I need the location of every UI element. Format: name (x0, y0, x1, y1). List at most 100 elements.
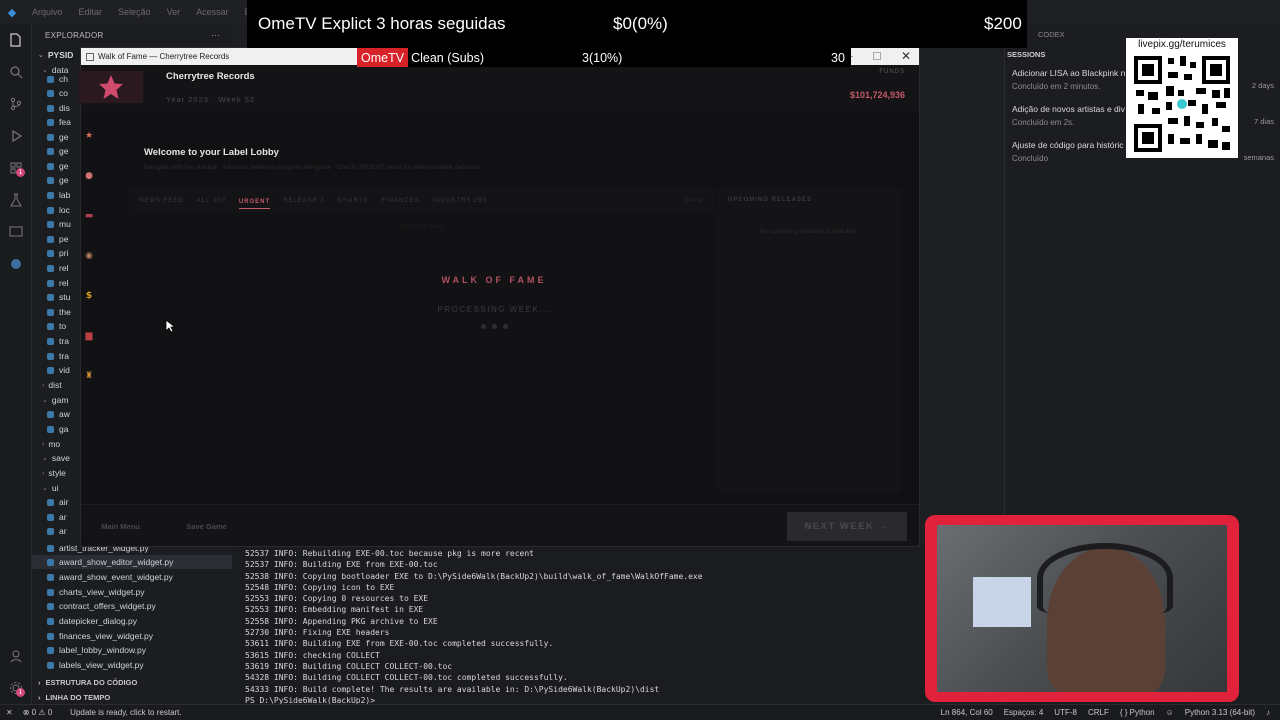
explorer-icon[interactable] (0, 24, 32, 56)
language-mode[interactable]: { } Python (1120, 708, 1155, 717)
tree-file[interactable]: ge (47, 144, 68, 158)
extensions-icon[interactable]: 1 (0, 152, 32, 184)
album-icon[interactable]: ▬ (81, 208, 97, 224)
tree-file[interactable]: award_show_event_widget.py (47, 570, 173, 584)
tree-file[interactable]: charts_view_widget.py (47, 585, 145, 599)
tree-file[interactable]: the (47, 305, 71, 319)
tree-file[interactable]: ar (47, 510, 67, 524)
tab-charts[interactable]: CHARTS (338, 198, 369, 204)
tree-file[interactable]: to (47, 319, 66, 333)
tree-file[interactable]: pri (47, 246, 68, 260)
settings-gear-icon[interactable]: 1 (0, 672, 32, 704)
tree-file[interactable]: datepicker_dialog.py (47, 614, 137, 628)
run-debug-icon[interactable] (0, 120, 32, 152)
update-notice[interactable]: Update is ready, click to restart. (70, 708, 181, 717)
outline-section[interactable]: › ESTRUTURA DO CÓDIGO (32, 675, 232, 689)
tree-file[interactable]: tra (47, 334, 69, 348)
main-menu-button[interactable]: Main Menu (81, 515, 160, 537)
tree-file[interactable]: tra (47, 349, 69, 363)
menu-item[interactable]: Acessar (188, 7, 237, 17)
timeline-section[interactable]: › LINHA DO TEMPO (32, 690, 232, 704)
tree-file[interactable]: lab (47, 188, 70, 202)
tree-folder[interactable]: ⌄ gam (42, 393, 68, 407)
tab-urgent[interactable]: URGENT (238, 199, 271, 209)
menu-item[interactable]: Seleção (110, 7, 159, 17)
tree-file[interactable]: ge (47, 130, 68, 144)
remote-explorer-icon[interactable] (0, 216, 32, 248)
tree-file[interactable]: pe (47, 232, 68, 246)
next-week-button[interactable]: NEXT WEEK → (787, 512, 907, 541)
tab-industry[interactable]: INDUSTRY 293 (433, 198, 487, 204)
tree-file[interactable]: ch (47, 72, 68, 86)
cursor-position[interactable]: Ln 864, Col 60 (941, 708, 993, 717)
line-ending[interactable]: CRLF (1088, 708, 1109, 717)
tree-file[interactable]: co (47, 86, 68, 100)
tree-file[interactable]: ge (47, 173, 68, 187)
menu-item[interactable]: Arquivo (24, 7, 71, 17)
trophy-icon[interactable]: ♜ (81, 368, 97, 384)
tree-file[interactable]: contract_offers_widget.py (47, 599, 156, 613)
microphone-icon[interactable]: ● (81, 168, 97, 184)
tree-file[interactable]: label_lobby_window.py (47, 643, 146, 657)
copilot-icon[interactable]: ☺ (1166, 708, 1174, 717)
tree-file[interactable]: finances_view_widget.py (47, 629, 153, 643)
tree-label: air (59, 497, 69, 507)
tree-file[interactable]: labels_view_widget.py (47, 658, 144, 672)
tree-folder-root[interactable]: ⌄ PYSID (38, 48, 73, 62)
source-control-icon[interactable] (0, 88, 32, 120)
building-icon[interactable]: ▆ (81, 328, 97, 344)
dollar-icon[interactable]: $ (81, 288, 97, 304)
tree-label: ar (59, 526, 67, 536)
tree-file[interactable]: ga (47, 422, 68, 436)
notifications-bell-icon[interactable]: ♪ (1266, 708, 1270, 717)
save-game-button[interactable]: Save Game (169, 515, 244, 537)
tree-folder[interactable]: ⌄ ui (42, 481, 59, 495)
upcoming-title: UPCOMING RELEASES (728, 197, 813, 203)
tree-file[interactable]: rel (47, 261, 68, 275)
news-tabs: NEWS FEED ALL 300 URGENT RELEASE 3 CHART… (129, 188, 714, 213)
search-icon[interactable] (0, 56, 32, 88)
tree-folder[interactable]: › mo (42, 437, 60, 451)
remote-icon[interactable]: ✕ (6, 708, 13, 717)
headphones (1037, 543, 1173, 613)
account-icon[interactable] (0, 640, 32, 672)
close-icon[interactable]: ✕ (901, 49, 911, 63)
tree-file[interactable]: ge (47, 159, 68, 173)
menu-item[interactable]: Ver (159, 7, 189, 17)
tree-file[interactable]: stu (47, 290, 70, 304)
tree-file[interactable]: dis (47, 101, 70, 115)
python-interpreter[interactable]: Python 3.13 (64-bit) (1185, 708, 1255, 717)
welcome-title: Welcome to your Label Lobby (144, 147, 279, 158)
menu-item[interactable]: Editar (71, 7, 111, 17)
explorer-title: EXPLORADOR (45, 30, 104, 40)
indentation[interactable]: Espaços: 4 (1004, 708, 1044, 717)
tree-file[interactable]: rel (47, 276, 68, 290)
tree-file[interactable]: award_show_editor_widget.py (32, 555, 232, 569)
goal-target: $200 (984, 14, 1022, 33)
tab-release[interactable]: RELEASE 3 (283, 198, 325, 204)
tree-file[interactable]: vid (47, 363, 70, 377)
tab-finances[interactable]: FINANCES (381, 198, 419, 204)
maximize-icon[interactable] (873, 52, 881, 60)
tree-file[interactable]: fea (47, 115, 71, 129)
clear-button[interactable]: Clear (685, 198, 704, 204)
terminal-line: 54328 INFO: Building COLLECT COLLECT-00.… (245, 673, 568, 683)
tree-file[interactable]: ar (47, 524, 67, 538)
chevron-right-icon: › (38, 677, 41, 687)
more-actions-icon[interactable]: ··· (211, 31, 220, 40)
encoding[interactable]: UTF-8 (1054, 708, 1077, 717)
disc-icon[interactable]: ◉ (81, 248, 97, 264)
tree-file[interactable]: mu (47, 217, 71, 231)
testing-icon[interactable] (0, 184, 32, 216)
terminal-panel[interactable]: 52537 INFO: Rebuilding EXE-00.toc becaus… (232, 544, 932, 705)
star-icon[interactable]: ★ (81, 128, 97, 144)
tree-file[interactable]: loc (47, 203, 70, 217)
tree-folder[interactable]: ⌄ save (42, 451, 70, 465)
tree-file[interactable]: aw (47, 407, 70, 421)
tree-file[interactable]: air (47, 495, 68, 509)
python-icon[interactable] (0, 248, 32, 280)
problems-indicator[interactable]: ⊗ 0 ⚠ 0 (23, 708, 52, 717)
tab-all[interactable]: ALL 300 (197, 198, 226, 204)
tree-folder[interactable]: › style (42, 466, 66, 480)
tree-folder[interactable]: › dist (42, 378, 62, 392)
